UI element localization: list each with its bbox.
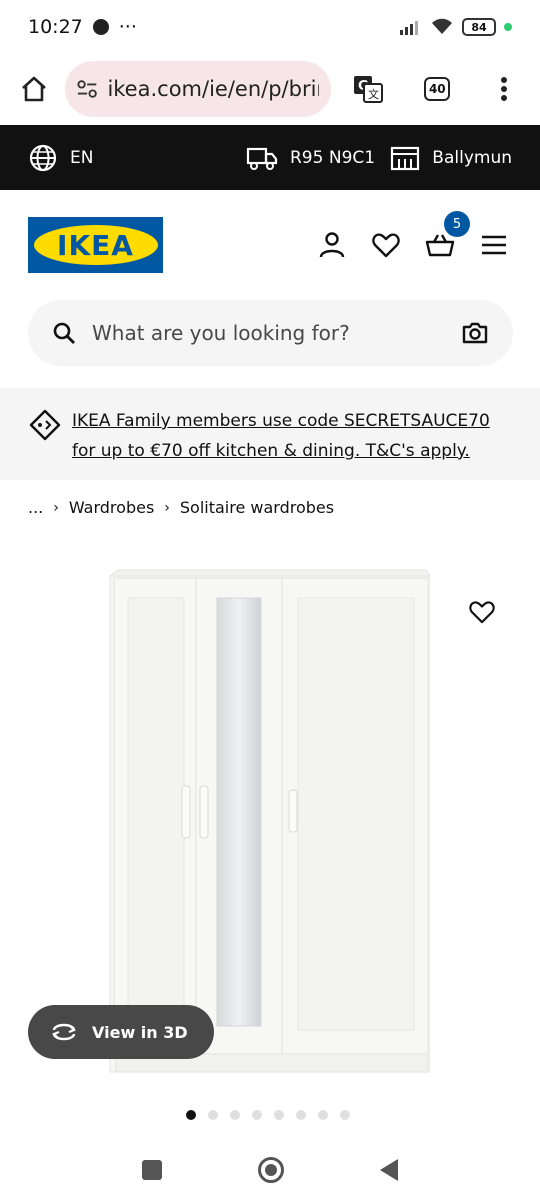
store-selector[interactable]: Ballymun [390, 145, 512, 171]
carousel-dot[interactable] [318, 1110, 328, 1120]
store-label: Ballymun [432, 147, 512, 168]
delivery-postcode[interactable]: R95 N9C1 [246, 145, 375, 171]
rotate-3d-icon [52, 1023, 76, 1041]
site-settings-icon [77, 80, 97, 98]
cart-button[interactable]: 5 [422, 211, 470, 263]
view-in-3d-button[interactable]: View in 3D [28, 1005, 214, 1059]
privacy-dot-icon [504, 23, 512, 31]
wifi-icon [432, 18, 452, 34]
tab-count: 40 [424, 77, 451, 101]
logo-oval: IKEA [33, 225, 158, 265]
wardrobe-image [109, 569, 430, 1073]
svg-text:文: 文 [368, 87, 379, 101]
search-icon [53, 322, 75, 344]
hamburger-icon [482, 235, 506, 255]
heart-icon [469, 601, 495, 624]
promo-link[interactable]: IKEA Family members use code SECRETSAUCE… [72, 406, 512, 466]
carousel-dot[interactable] [230, 1110, 240, 1120]
favourites-button[interactable] [368, 227, 404, 263]
menu-button[interactable] [476, 227, 512, 263]
breadcrumb-chevron-icon: › [164, 499, 170, 516]
carousel-dot[interactable] [252, 1110, 262, 1120]
heart-icon [372, 233, 400, 258]
browser-menu-button[interactable] [481, 65, 528, 113]
breadcrumb-item-solitaire-wardrobes[interactable]: Solitaire wardrobes [180, 498, 334, 517]
logo-text: IKEA [57, 228, 134, 262]
language-label: EN [70, 147, 94, 168]
status-more: ··· [118, 16, 137, 38]
translate-button[interactable]: G文 [345, 65, 392, 113]
user-icon [319, 232, 345, 258]
breadcrumb-ellipsis[interactable]: ... [28, 498, 43, 517]
save-to-list-button[interactable] [462, 592, 502, 632]
globe-icon [29, 144, 57, 171]
home-icon [21, 76, 46, 102]
site-header: IKEA 5 [0, 190, 540, 300]
basket-icon [425, 234, 455, 257]
carousel-dot[interactable] [186, 1110, 196, 1120]
address-bar[interactable]: ikea.com/ie/en/p/brim [65, 61, 331, 117]
image-carousel-dots [186, 1110, 350, 1120]
camera-search-icon[interactable] [461, 321, 489, 345]
home-button[interactable] [12, 67, 55, 111]
language-selector[interactable]: EN [28, 143, 168, 173]
postcode-label: R95 N9C1 [290, 147, 376, 168]
ikea-logo[interactable]: IKEA [28, 217, 163, 273]
account-button[interactable] [314, 227, 350, 263]
tabs-button[interactable]: 40 [414, 65, 461, 113]
product-gallery[interactable]: View in 3D [0, 540, 540, 1100]
status-time: 10:27 [28, 16, 83, 38]
battery-icon: 84 [462, 18, 496, 36]
url-text: ikea.com/ie/en/p/brim [107, 77, 319, 101]
search-input[interactable] [92, 321, 461, 345]
home-nav-icon [265, 1164, 277, 1176]
promo-banner: IKEA Family members use code SECRETSAUCE… [0, 388, 540, 480]
carousel-dot[interactable] [274, 1110, 284, 1120]
truck-icon [246, 147, 278, 170]
cart-count-badge: 5 [444, 211, 470, 237]
carousel-dot[interactable] [296, 1110, 306, 1120]
more-vert-icon [501, 77, 508, 101]
translate-icon: G文 [354, 76, 384, 103]
status-bar: 10:27 ··· 84 [0, 0, 540, 54]
breadcrumb: ... › Wardrobes › Solitaire wardrobes [28, 498, 334, 517]
back-button[interactable] [380, 1159, 398, 1181]
breadcrumb-item-wardrobes[interactable]: Wardrobes [69, 498, 154, 517]
recents-button[interactable] [142, 1160, 162, 1180]
signal-icon [400, 21, 418, 35]
breadcrumb-chevron-icon: › [53, 499, 59, 516]
system-nav-bar [0, 1140, 540, 1200]
tag-icon [29, 409, 61, 441]
top-strip: EN R95 N9C1 Ballymun [0, 125, 540, 190]
store-icon [391, 146, 420, 170]
notification-dot-icon [92, 19, 109, 35]
home-nav-button[interactable] [258, 1157, 284, 1183]
search-bar[interactable] [28, 300, 513, 366]
carousel-dot[interactable] [208, 1110, 218, 1120]
view-in-3d-label: View in 3D [92, 1022, 188, 1042]
carousel-dot[interactable] [340, 1110, 350, 1120]
browser-toolbar: ikea.com/ie/en/p/brim G文 40 [0, 54, 540, 124]
